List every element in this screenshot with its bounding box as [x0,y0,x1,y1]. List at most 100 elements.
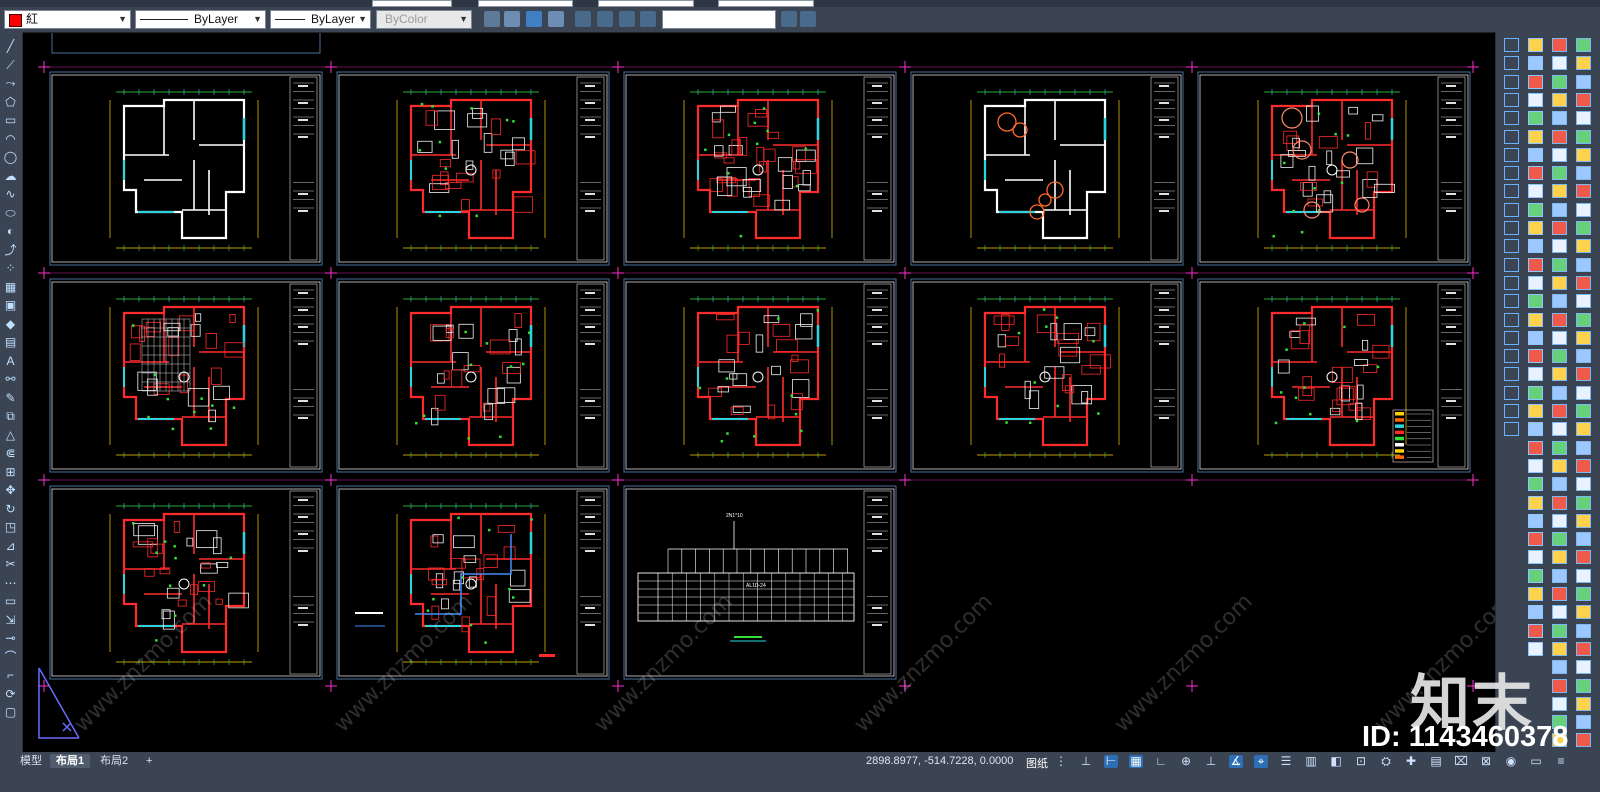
modify-tool-icon[interactable] [1576,74,1591,89]
linetype-control[interactable]: ByLayer ▼ [135,10,266,29]
modify-tool-icon[interactable] [1528,422,1543,437]
modify-tool-icon[interactable] [1552,532,1567,547]
status-toggle-icon[interactable]: ∟ [1154,755,1168,768]
draw-tool-icon[interactable]: ⋯ [3,576,18,590]
modify-tool-icon[interactable] [1528,312,1543,327]
modify-tool-icon[interactable] [1576,56,1591,71]
modify-tool-icon[interactable] [1552,239,1567,254]
modify-tool-icon[interactable] [1504,330,1519,345]
drawing-canvas[interactable]: 2N1*10 AL1D-24 www.znzmo.com www.znzmo.com w… [23,30,1518,751]
modify-tool-icon[interactable] [1576,385,1591,400]
modify-tool-icon[interactable] [1552,294,1567,309]
modify-tool-icon[interactable] [1528,330,1543,345]
modify-tool-icon[interactable] [1528,440,1543,455]
modify-tool-icon[interactable] [1552,385,1567,400]
modify-tool-icon[interactable] [1552,422,1567,437]
modify-tool-icon[interactable] [1528,513,1543,528]
modify-tool-icon[interactable] [1576,92,1591,107]
modify-tool-icon[interactable] [1576,568,1591,583]
modify-tool-icon[interactable] [1528,275,1543,290]
modify-tool-icon[interactable] [1576,367,1591,382]
modify-tool-icon[interactable] [1552,550,1567,565]
modify-tool-icon[interactable] [1504,92,1519,107]
edit-table-icon[interactable] [800,11,816,27]
modify-tool-icon[interactable] [1528,38,1543,52]
status-toggle-icon[interactable]: ◧ [1329,755,1343,768]
paper-space-toggle[interactable]: 图纸 [1026,755,1048,771]
design-center-icon[interactable] [548,11,564,27]
modify-tool-icon[interactable] [1552,147,1567,162]
draw-tool-icon[interactable]: ▣ [3,299,18,312]
ungroup-icon[interactable] [640,11,656,27]
publish-icon[interactable] [504,11,520,27]
modify-tool-icon[interactable] [1576,294,1591,309]
tab-layout1[interactable]: 布局1 [50,754,91,768]
print-icon[interactable] [484,11,500,27]
modify-tool-icon[interactable] [1576,605,1591,620]
draw-tool-icon[interactable]: ∿ [3,188,18,201]
modify-tool-icon[interactable] [1552,495,1567,510]
modify-tool-icon[interactable] [1576,458,1591,473]
modify-tool-icon[interactable] [1504,257,1519,272]
modify-tool-icon[interactable] [1576,696,1591,711]
draw-tool-icon[interactable]: ⋐ [3,447,18,460]
modify-tool-icon[interactable] [1552,166,1567,181]
modify-tool-icon[interactable] [1552,477,1567,492]
modify-tool-icon[interactable] [1528,495,1543,510]
modify-tool-icon[interactable] [1528,367,1543,382]
modify-tool-icon[interactable] [1576,495,1591,510]
modify-tool-icon[interactable] [1552,623,1567,638]
modify-tool-icon[interactable] [1528,605,1543,620]
modify-tool-icon[interactable] [1528,129,1543,144]
modify-tool-icon[interactable] [1504,56,1519,71]
modify-tool-icon[interactable] [1576,404,1591,418]
draw-tool-icon[interactable]: ⇲ [3,613,18,627]
modify-tool-icon[interactable] [1528,349,1543,364]
modify-tool-icon[interactable] [1504,385,1519,400]
status-toggle-icon[interactable]: ⊥ [1079,755,1093,768]
modify-tool-icon[interactable] [1552,202,1567,217]
status-toggle-icon[interactable]: ⊕ [1179,755,1193,768]
draw-tool-icon[interactable]: ◐ [3,225,18,238]
modify-tool-icon[interactable] [1576,477,1591,492]
draw-tool-icon[interactable]: ▤ [3,336,18,349]
modify-tool-icon[interactable] [1528,111,1543,126]
modify-tool-icon[interactable] [1576,349,1591,364]
properties-icon[interactable] [526,11,542,27]
tab-layout2[interactable]: 布局2 [94,754,134,768]
add-tab-button[interactable]: + [140,754,158,768]
modify-tool-icon[interactable] [1552,605,1567,620]
modify-tool-icon[interactable] [1552,312,1567,327]
draw-tool-icon[interactable]: ⬭ [3,206,18,220]
draw-tool-icon[interactable]: ⚯ [3,373,18,386]
modify-tool-icon[interactable] [1552,513,1567,528]
status-toggle-icon[interactable]: ∡ [1229,755,1243,768]
modify-tool-icon[interactable] [1552,587,1567,601]
modify-tool-icon[interactable] [1552,458,1567,473]
modify-tool-icon[interactable] [1576,623,1591,638]
modify-tool-icon[interactable] [1576,38,1591,52]
modify-tool-icon[interactable] [1576,422,1591,437]
status-toggle-icon[interactable]: ▤ [1429,755,1443,768]
modify-tool-icon[interactable] [1528,532,1543,547]
mleader-style-combo[interactable] [718,0,814,7]
modify-tool-icon[interactable] [1552,660,1567,675]
color-control[interactable]: 紅 ▼ [4,10,131,29]
modify-tool-icon[interactable] [1528,587,1543,601]
status-toggle-icon[interactable]: ▥ [1304,755,1318,768]
modify-tool-icon[interactable] [1528,202,1543,217]
modify-tool-icon[interactable] [1576,513,1591,528]
draw-tool-icon[interactable]: ⁘ [3,262,18,275]
draw-tool-icon[interactable]: ⌒ [3,650,18,664]
modify-tool-icon[interactable] [1576,587,1591,601]
modify-tool-icon[interactable] [1504,312,1519,327]
draw-tool-icon[interactable]: ✂ [3,558,18,571]
modify-tool-icon[interactable] [1528,166,1543,181]
draw-tool-icon[interactable]: ⊸ [3,632,18,645]
draw-tool-icon[interactable]: ▦ [3,280,18,294]
modify-tool-icon[interactable] [1576,202,1591,217]
draw-tool-icon[interactable]: ⧉ [3,410,18,423]
status-toggle-icon[interactable]: ≡ [1554,755,1568,768]
modify-tool-icon[interactable] [1504,367,1519,382]
modify-tool-icon[interactable] [1576,641,1591,656]
